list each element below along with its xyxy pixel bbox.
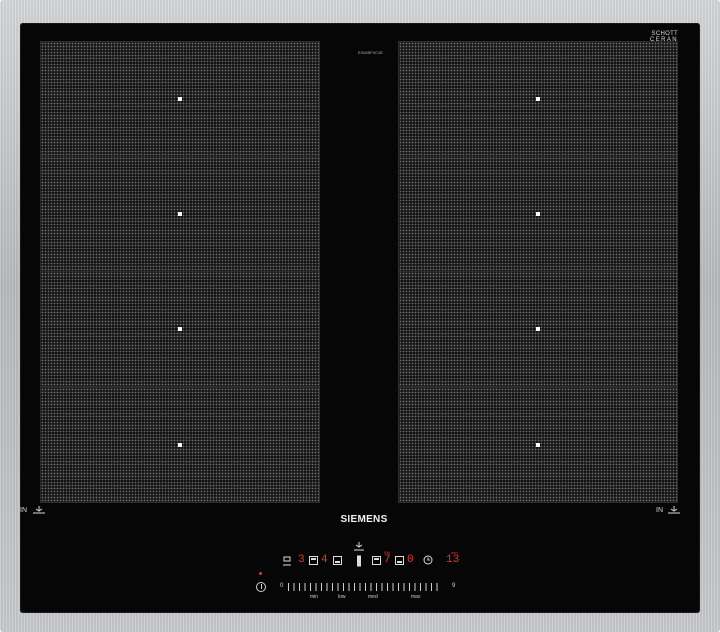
left-zone-2 xyxy=(40,156,320,272)
right-zone-level-display-2: 0 xyxy=(407,554,414,566)
slider-label-max: max xyxy=(411,594,421,600)
left-zone-3 xyxy=(40,271,320,387)
right-zone-1 xyxy=(398,41,678,157)
left-zone-level-display-2: 4 xyxy=(321,554,328,566)
left-induction-label: IN xyxy=(20,507,27,514)
power-icon[interactable] xyxy=(256,582,266,592)
zone-marker xyxy=(178,327,182,331)
zone-marker xyxy=(536,327,540,331)
right-zone-3 xyxy=(398,271,678,387)
power-level-slider[interactable] xyxy=(288,583,440,591)
zone-marker xyxy=(178,97,182,101)
cooktop-glass: EX645FXC1E SCHOTT CERAN IN IN SIEMENS 3 … xyxy=(20,23,700,613)
powerboost-icon[interactable] xyxy=(353,541,365,551)
timer-display: 13 xyxy=(446,554,460,566)
slider-label-min: min xyxy=(310,594,319,600)
induction-zone-icon xyxy=(668,506,680,514)
zone-marker xyxy=(536,212,540,216)
zone-select-icon[interactable] xyxy=(309,556,318,565)
slider-min-value: 0 xyxy=(280,583,284,589)
right-zone-2 xyxy=(398,156,678,272)
zone-select-icon[interactable] xyxy=(333,556,342,565)
induction-zone-icon xyxy=(33,506,45,514)
right-zone-level-display: 7 xyxy=(384,554,391,566)
slider-label-low: low xyxy=(338,594,346,600)
zone-select-icon[interactable] xyxy=(372,556,381,565)
right-induction-label: IN xyxy=(656,507,663,514)
zone-marker xyxy=(536,97,540,101)
zone-marker xyxy=(178,443,182,447)
flex-zone-icon[interactable] xyxy=(356,555,362,567)
brand-logo: SIEMENS xyxy=(340,514,388,525)
left-zone-1 xyxy=(40,41,320,157)
right-zone-4 xyxy=(398,387,678,503)
left-zone-level-display: 3 xyxy=(298,554,305,566)
left-zone-4 xyxy=(40,387,320,503)
zone-marker xyxy=(178,212,182,216)
slider-max-value: 9 xyxy=(452,583,456,589)
zone-marker xyxy=(536,443,540,447)
power-indicator-led xyxy=(259,572,262,575)
timer-icon[interactable] xyxy=(423,555,433,565)
slider-label-med: med xyxy=(368,594,378,600)
pan-select-left-icon[interactable] xyxy=(282,555,292,567)
zone-select-icon[interactable] xyxy=(395,556,404,565)
model-number: EX645FXC1E xyxy=(358,50,383,55)
